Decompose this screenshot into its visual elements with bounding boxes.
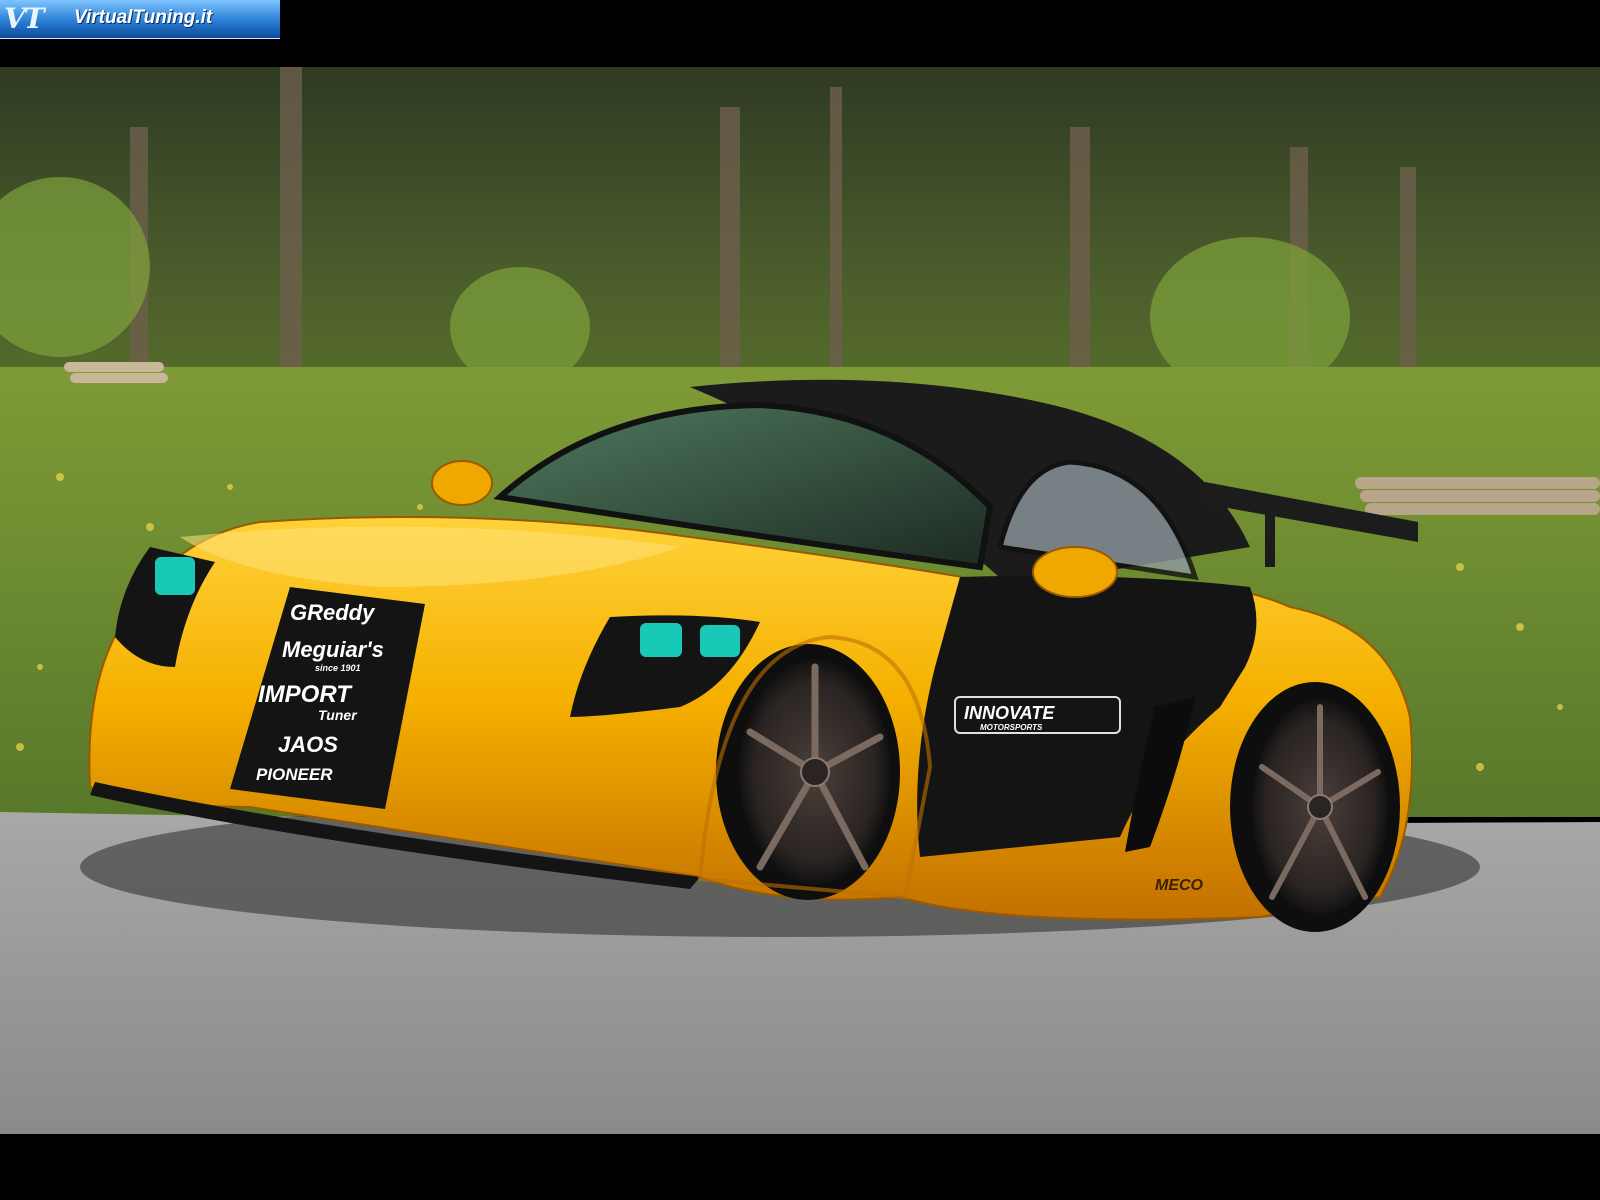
decal-meco: MECO <box>1155 877 1204 894</box>
decal-greddy: GReddy <box>290 600 376 625</box>
log-pile-right <box>1355 477 1600 515</box>
car-scene: GReddy Meguiar's since 1901 IMPORT Tuner… <box>0 67 1600 1134</box>
decal-meguiars-sub: since 1901 <box>315 663 361 673</box>
site-logo: VT VirtualTuning.it <box>0 0 280 39</box>
decal-innovate-sub: MOTORSPORTS <box>980 723 1043 732</box>
headlight-right-inner <box>640 623 682 657</box>
logo-mark: VT <box>4 2 45 35</box>
decal-jaos: JAOS <box>278 732 338 757</box>
logo-text: VirtualTuning.it <box>74 7 213 28</box>
mirror-left <box>431 460 493 506</box>
decal-import-sub: Tuner <box>318 707 358 723</box>
decal-meguiars: Meguiar's <box>282 637 384 662</box>
decal-innovate: INNOVATE <box>964 703 1055 723</box>
rear-wheel <box>1230 682 1400 932</box>
car-photo: GReddy Meguiar's since 1901 IMPORT Tuner… <box>0 67 1600 1134</box>
front-wheel <box>716 644 900 900</box>
headlight-right-outer <box>700 625 740 657</box>
decal-import: IMPORT <box>258 681 353 708</box>
wing-strut <box>1265 507 1275 567</box>
mirror-right <box>1032 546 1118 598</box>
decal-pioneer: PIONEER <box>256 765 333 784</box>
headlight-left <box>155 557 195 595</box>
